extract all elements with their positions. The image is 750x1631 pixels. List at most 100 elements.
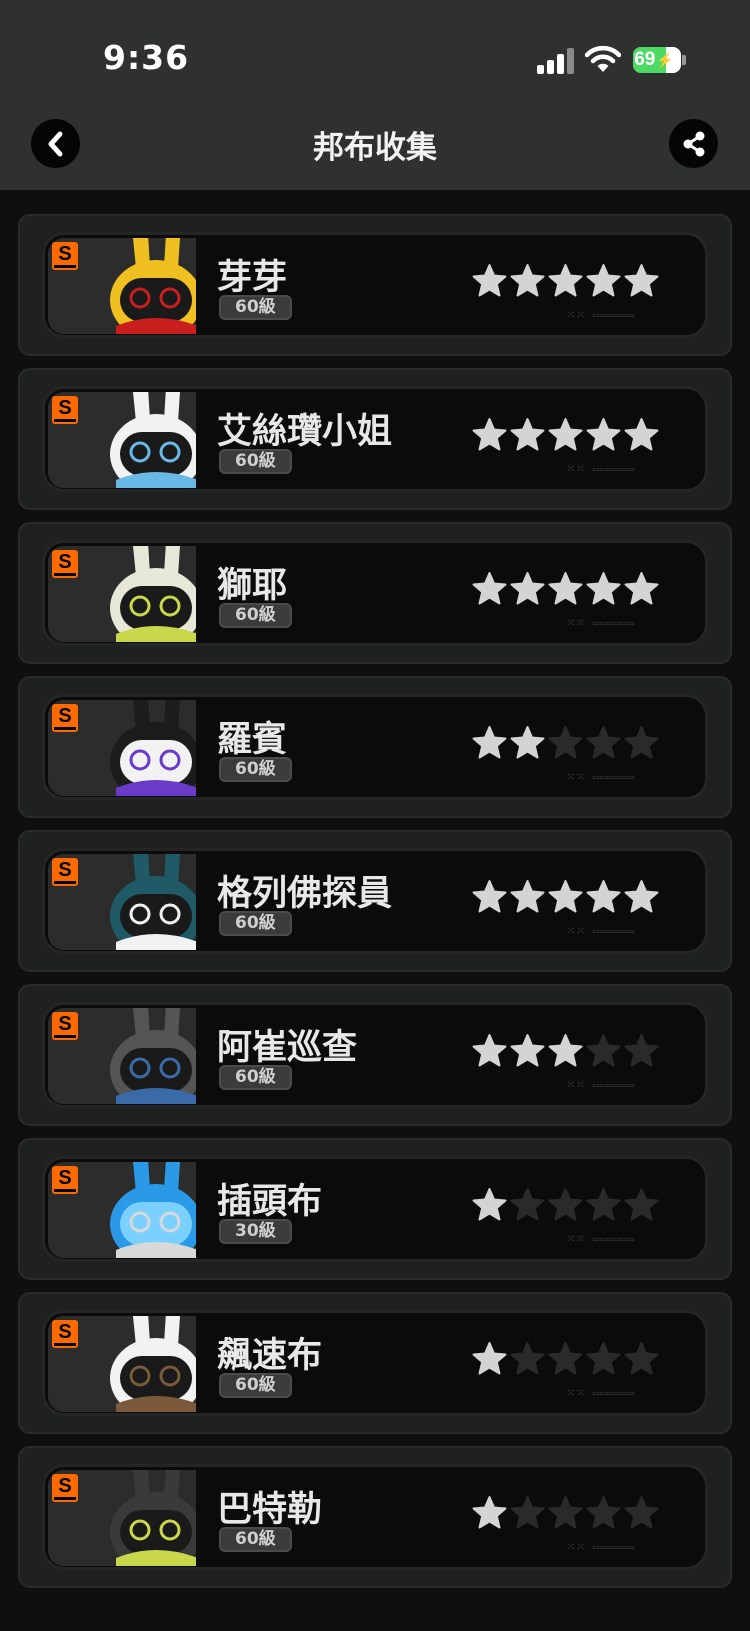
star-filled-icon	[623, 879, 660, 916]
bangboo-card-inner: S 羅賓 60級 ⁙⁙ ▭▭▭▭▭▭	[42, 694, 708, 800]
level-badge: 60級	[219, 1527, 292, 1552]
decorative-tag: ⁙⁙ ▭▭▭▭▭▭	[567, 310, 635, 321]
wifi-icon	[584, 44, 622, 74]
star-filled-icon	[471, 1033, 508, 1070]
star-empty-icon	[547, 1187, 584, 1224]
star-filled-icon	[509, 725, 546, 762]
bangboo-name: 芽芽	[217, 258, 288, 298]
rank-s-badge: S	[52, 550, 78, 578]
level-badge: 60級	[219, 1065, 292, 1090]
bangboo-card-inner: S 艾絲瓚小姐 60級 ⁙⁙ ▭▭▭▭▭▭	[42, 386, 708, 492]
bangboo-portrait: S	[48, 1316, 200, 1412]
star-empty-icon	[623, 725, 660, 762]
star-filled-icon	[471, 1187, 508, 1224]
level-badge: 60級	[219, 1373, 292, 1398]
bangboo-card[interactable]: S 獅耶 60級 ⁙⁙ ▭▭▭▭▭▭	[18, 522, 732, 664]
decorative-tag: ⁙⁙ ▭▭▭▭▭▭	[567, 1234, 635, 1245]
star-filled-icon	[509, 879, 546, 916]
star-filled-icon	[509, 417, 546, 454]
star-filled-icon	[623, 263, 660, 300]
bangboo-card[interactable]: S 阿崔巡查 60級 ⁙⁙ ▭▭▭▭▭▭	[18, 984, 732, 1126]
star-rating	[471, 1495, 661, 1535]
battery-icon: 69 ⚡	[633, 47, 681, 73]
rank-s-badge: S	[52, 858, 78, 886]
star-rating	[471, 1187, 661, 1227]
star-empty-icon	[623, 1187, 660, 1224]
decorative-tag: ⁙⁙ ▭▭▭▭▭▭	[567, 926, 635, 937]
level-badge: 60級	[219, 911, 292, 936]
page-title: 邦布收集	[313, 130, 437, 166]
star-empty-icon	[547, 1341, 584, 1378]
star-empty-icon	[623, 1495, 660, 1532]
star-empty-icon	[509, 1187, 546, 1224]
bangboo-card[interactable]: S 巴特勒 60級 ⁙⁙ ▭▭▭▭▭▭	[18, 1446, 732, 1588]
bangboo-name: 獅耶	[217, 566, 288, 606]
star-filled-icon	[509, 1033, 546, 1070]
star-rating	[471, 1341, 661, 1381]
star-filled-icon	[471, 417, 508, 454]
star-filled-icon	[585, 263, 622, 300]
star-empty-icon	[585, 1187, 622, 1224]
bangboo-portrait: S	[48, 392, 200, 488]
bangboo-card[interactable]: S 格列佛探員 60級 ⁙⁙ ▭▭▭▭▭▭	[18, 830, 732, 972]
level-badge: 60級	[219, 449, 292, 474]
bangboo-portrait: S	[48, 546, 200, 642]
star-empty-icon	[509, 1341, 546, 1378]
bangboo-card[interactable]: S 飆速布 60級 ⁙⁙ ▭▭▭▭▭▭	[18, 1292, 732, 1434]
star-empty-icon	[547, 725, 584, 762]
star-rating	[471, 879, 661, 919]
rank-s-badge: S	[52, 704, 78, 732]
cellular-signal-icon	[537, 46, 574, 74]
star-rating	[471, 417, 661, 457]
bangboo-name: 巴特勒	[217, 1490, 323, 1530]
bangboo-card[interactable]: S 艾絲瓚小姐 60級 ⁙⁙ ▭▭▭▭▭▭	[18, 368, 732, 510]
star-filled-icon	[547, 263, 584, 300]
star-empty-icon	[623, 1341, 660, 1378]
bangboo-name: 格列佛探員	[217, 874, 393, 914]
bangboo-card[interactable]: S 羅賓 60級 ⁙⁙ ▭▭▭▭▭▭	[18, 676, 732, 818]
bangboo-portrait: S	[48, 700, 200, 796]
bangboo-card-inner: S 獅耶 60級 ⁙⁙ ▭▭▭▭▭▭	[42, 540, 708, 646]
rank-s-badge: S	[52, 1474, 78, 1502]
star-filled-icon	[471, 571, 508, 608]
bangboo-card[interactable]: S 芽芽 60級 ⁙⁙ ▭▭▭▭▭▭	[18, 214, 732, 356]
share-icon	[683, 131, 704, 156]
star-empty-icon	[623, 1033, 660, 1070]
bangboo-portrait: S	[48, 1162, 200, 1258]
rank-s-badge: S	[52, 1166, 78, 1194]
level-badge: 30級	[219, 1219, 292, 1244]
bangboo-card-inner: S 巴特勒 60級 ⁙⁙ ▭▭▭▭▭▭	[42, 1464, 708, 1570]
star-empty-icon	[585, 1033, 622, 1070]
bangboo-name: 艾絲瓚小姐	[217, 412, 393, 452]
star-empty-icon	[585, 1495, 622, 1532]
bangboo-list: S 芽芽 60級 ⁙⁙ ▭▭▭▭▭▭ S 艾絲瓚小姐 60級 ⁙⁙ ▭▭▭▭▭▭…	[18, 214, 732, 1600]
star-empty-icon	[585, 1341, 622, 1378]
bangboo-card-inner: S 飆速布 60級 ⁙⁙ ▭▭▭▭▭▭	[42, 1310, 708, 1416]
level-badge: 60級	[219, 603, 292, 628]
star-empty-icon	[585, 725, 622, 762]
rank-s-badge: S	[52, 396, 78, 424]
bangboo-card[interactable]: S 插頭布 30級 ⁙⁙ ▭▭▭▭▭▭	[18, 1138, 732, 1280]
level-badge: 60級	[219, 757, 292, 782]
share-button[interactable]	[669, 119, 718, 168]
star-filled-icon	[471, 879, 508, 916]
star-filled-icon	[471, 263, 508, 300]
star-filled-icon	[471, 1341, 508, 1378]
star-empty-icon	[547, 1495, 584, 1532]
level-badge: 60級	[219, 295, 292, 320]
star-rating	[471, 263, 661, 303]
star-filled-icon	[585, 417, 622, 454]
top-bar: 9:36 69 ⚡ 邦布收集	[0, 0, 750, 190]
bangboo-name: 插頭布	[217, 1182, 323, 1222]
decorative-tag: ⁙⁙ ▭▭▭▭▭▭	[567, 464, 635, 475]
bangboo-name: 羅賓	[217, 720, 288, 760]
star-rating	[471, 571, 661, 611]
decorative-tag: ⁙⁙ ▭▭▭▭▭▭	[567, 1542, 635, 1553]
bangboo-name: 阿崔巡查	[217, 1028, 358, 1068]
star-filled-icon	[547, 1033, 584, 1070]
star-filled-icon	[471, 725, 508, 762]
star-empty-icon	[509, 1495, 546, 1532]
bangboo-card-inner: S 芽芽 60級 ⁙⁙ ▭▭▭▭▭▭	[42, 232, 708, 338]
star-filled-icon	[585, 571, 622, 608]
battery-level: 69	[634, 49, 656, 70]
